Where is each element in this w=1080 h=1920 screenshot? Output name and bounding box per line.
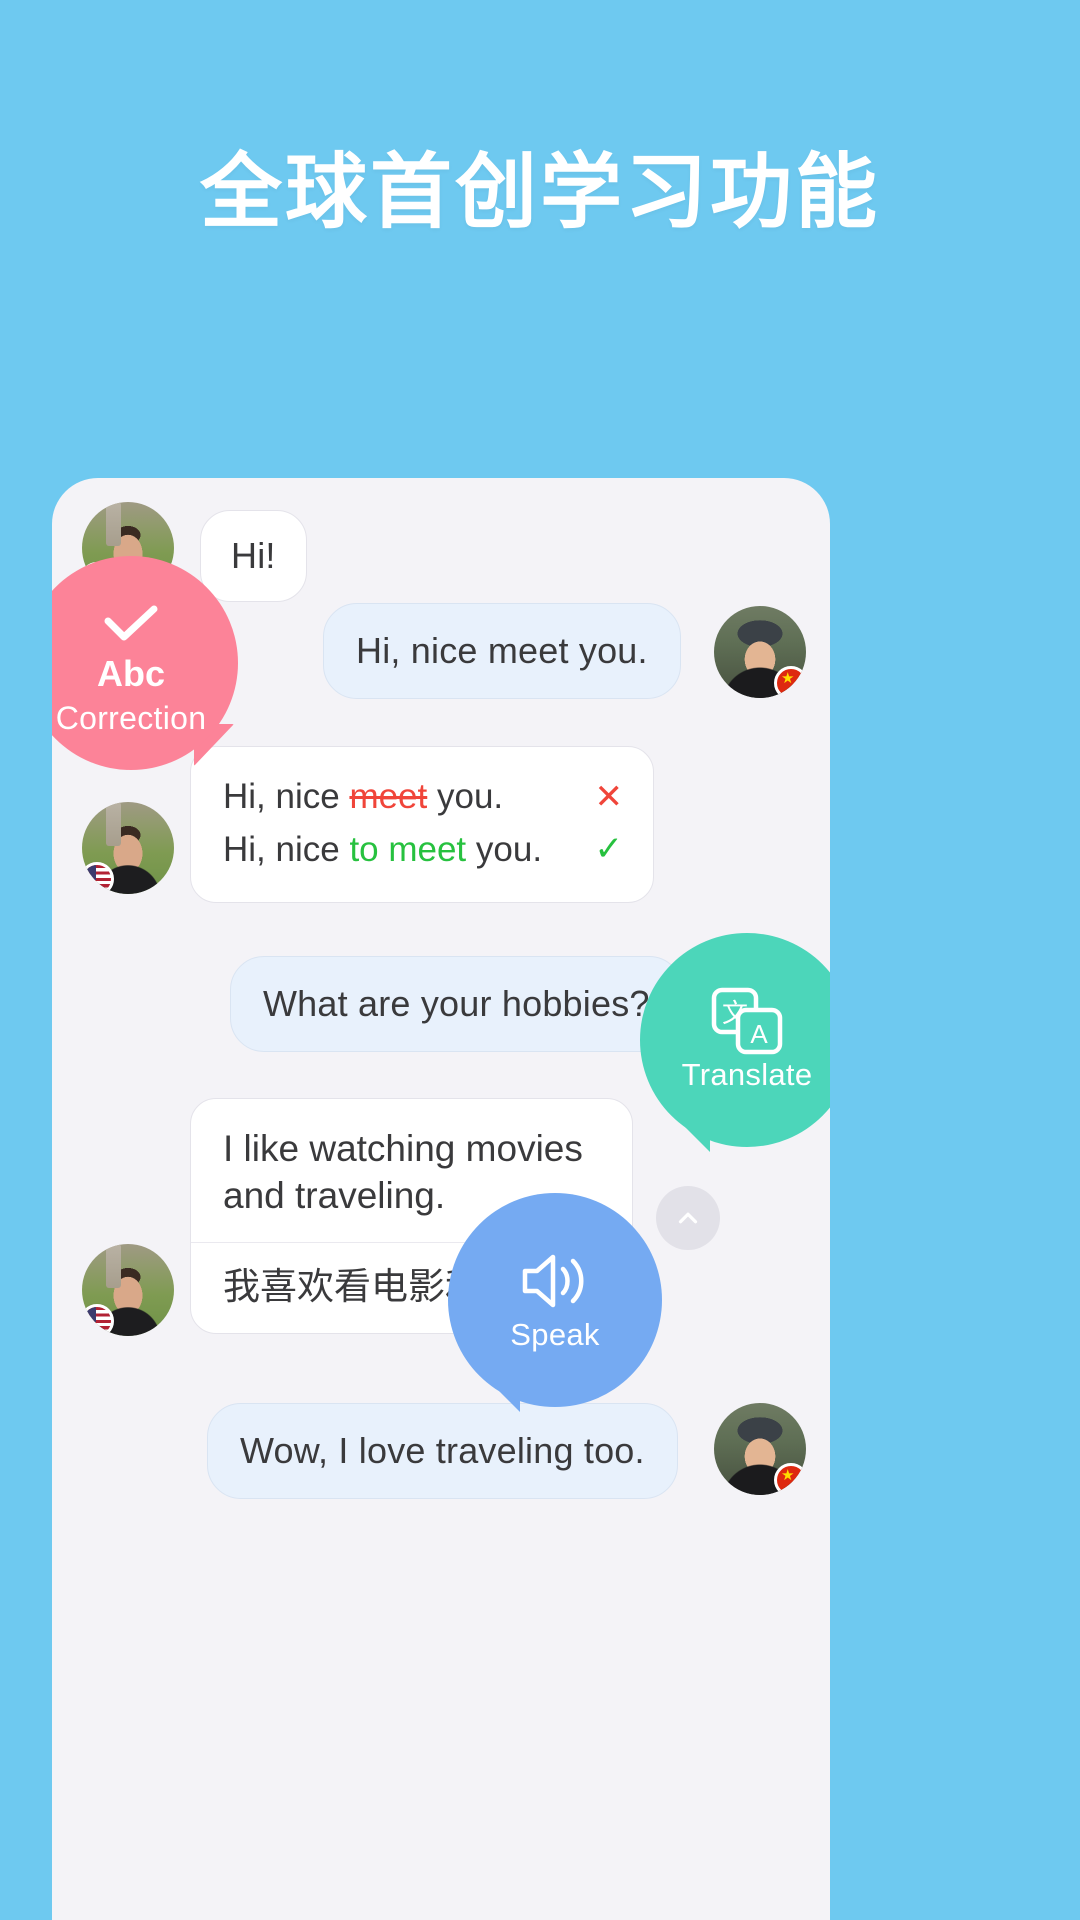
correction-abbr: Abc	[96, 652, 165, 694]
cn-flag-icon	[774, 1463, 806, 1495]
wrong-mark-icon: ✕	[594, 777, 624, 816]
message-bubble-wow[interactable]: Wow, I love traveling too.	[207, 1403, 678, 1500]
translate-badge-label: Translate	[681, 1057, 813, 1092]
correction-badge-label: Correction	[55, 699, 207, 736]
avatar-user-2[interactable]	[714, 1403, 806, 1495]
svg-text:A: A	[750, 1019, 768, 1049]
correction-wrong-row: Hi, nice meet you. ✕	[223, 771, 623, 824]
scroll-to-top-button[interactable]	[656, 1186, 720, 1250]
page-title: 全球首创学习功能	[199, 147, 880, 238]
message-text: Wow, I love traveling too.	[240, 1430, 645, 1471]
avatar-partner-3[interactable]	[82, 1244, 174, 1336]
correction-struck-word: meet	[349, 777, 428, 816]
message-bubble-hi[interactable]: Hi!	[200, 510, 307, 603]
speaker-icon	[515, 1247, 595, 1315]
cn-flag-icon	[774, 666, 806, 698]
message-text: Hi, nice meet you.	[356, 630, 648, 671]
us-flag-icon	[82, 1304, 114, 1336]
chat-phone-frame: Hi! Hi, nice meet you. Hi, nice meet you…	[52, 478, 830, 1920]
message-text: Hi!	[231, 535, 276, 576]
correction-prefix: Hi, nice	[223, 777, 350, 816]
check-icon	[100, 590, 162, 658]
correction-fixed-words: to meet	[349, 829, 467, 869]
chat-message-list[interactable]: Hi! Hi, nice meet you. Hi, nice meet you…	[52, 478, 830, 1920]
avatar-partner-2[interactable]	[82, 802, 174, 894]
chevron-up-icon	[678, 1212, 698, 1224]
feature-badge-speak[interactable]: Speak	[448, 1193, 662, 1407]
correction-prefix: Hi, nice	[223, 829, 350, 869]
correction-suffix: you.	[427, 777, 504, 816]
message-bubble-nice-meet[interactable]: Hi, nice meet you.	[323, 603, 681, 700]
correction-right-row: Hi, nice to meet you. ✓	[223, 824, 623, 877]
message-text: What are your hobbies?	[263, 983, 650, 1024]
message-bubble-hobbies[interactable]: What are your hobbies?	[230, 956, 683, 1053]
us-flag-icon	[82, 862, 114, 894]
right-mark-icon: ✓	[594, 830, 624, 869]
avatar-user-1[interactable]	[714, 606, 806, 698]
correction-suffix: you.	[466, 829, 543, 869]
correction-card[interactable]: Hi, nice meet you. ✕ Hi, nice to meet yo…	[190, 746, 654, 903]
speak-badge-label: Speak	[510, 1317, 600, 1352]
translate-icon: 文 A	[710, 987, 784, 1055]
